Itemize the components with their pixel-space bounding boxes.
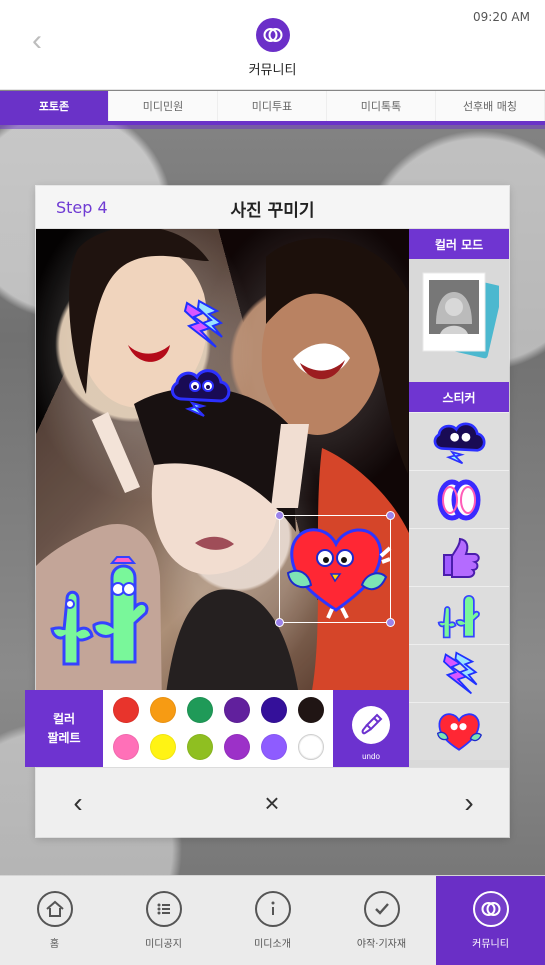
tab-media-vote[interactable]: 미디투표 — [218, 91, 327, 121]
color-swatch-lavender[interactable] — [261, 733, 287, 760]
color-swatch-red[interactable] — [113, 697, 139, 724]
heart-character-sticker-icon — [436, 712, 482, 751]
back-button[interactable]: ‹ — [18, 22, 56, 60]
bottom-nav-intro[interactable]: 미디소개 — [218, 876, 327, 965]
previous-button[interactable]: ‹ — [60, 785, 96, 821]
bottom-nav-community[interactable]: 커뮤니티 — [436, 876, 545, 965]
check-icon — [363, 891, 400, 927]
home-icon — [36, 891, 73, 927]
bottom-nav-notice[interactable]: 미디공지 — [109, 876, 218, 965]
photo-zone-screen: 09:20 AM ‹ 커뮤니티 포토존 미디민원 미디투표 미디톡톡 선후배 매… — [0, 0, 545, 965]
lightning-sticker[interactable] — [181, 299, 224, 351]
bottom-nav-intro-label: 미디소개 — [254, 939, 291, 950]
app-header: 09:20 AM ‹ 커뮤니티 — [0, 0, 545, 90]
page-title: 커뮤니티 — [248, 63, 297, 78]
sticker-option-storm-cloud[interactable] — [409, 412, 509, 470]
sticker-option-cactus[interactable] — [409, 586, 509, 644]
undo-label: undo — [362, 751, 380, 761]
color-swatch-lime[interactable] — [187, 733, 213, 760]
rings-sticker-icon — [437, 479, 481, 520]
decorating-sidebar: 컬러 모드 스티커 — [409, 229, 509, 767]
card-header: Step 4 사진 꾸미기 — [36, 186, 509, 229]
close-icon: × — [264, 788, 280, 818]
info-icon — [254, 891, 291, 927]
bottom-nav-home-label: 홈 — [49, 939, 60, 950]
color-mode-photo-icon[interactable] — [419, 268, 499, 366]
color-palette-label: 컬러 팔레트 — [25, 690, 103, 767]
color-swatch-indigo[interactable] — [261, 697, 287, 724]
color-swatch-violet[interactable] — [224, 733, 250, 760]
tab-mentor-matching[interactable]: 선후배 매칭 — [436, 91, 545, 121]
storm-cloud-sticker-icon — [433, 422, 486, 464]
chevron-left-icon: ‹ — [32, 24, 42, 57]
color-palette-text: 컬러 팔레트 — [47, 711, 81, 745]
tab-media-talk[interactable]: 미디톡톡 — [327, 91, 436, 121]
sticker-option-thumbs-up[interactable] — [409, 528, 509, 586]
next-button[interactable]: › — [451, 785, 487, 821]
bottom-nav-notice-label: 미디공지 — [145, 939, 182, 950]
sticker-header: 스티커 — [409, 382, 509, 412]
bottom-nav-home[interactable]: 홈 — [0, 876, 109, 965]
card-title: 사진 꾸미기 — [230, 201, 315, 221]
sticker-option-heart-character[interactable] — [409, 702, 509, 760]
sticker-option-rings[interactable] — [409, 470, 509, 528]
community-tabs: 포토존 미디민원 미디투표 미디톡톡 선후배 매칭 — [0, 91, 545, 125]
lightning-sticker-icon — [442, 650, 478, 694]
chevron-left-icon: ‹ — [73, 787, 83, 818]
community-header: 커뮤니티 — [203, 18, 343, 78]
photo-decorating-card: Step 4 사진 꾸미기 컬러 모드 스티커 컬러 팔레트 undo ‹ × … — [25, 186, 509, 837]
community-rings-icon — [472, 891, 509, 927]
color-swatch-orange[interactable] — [150, 697, 176, 724]
color-swatch-pink[interactable] — [113, 733, 139, 760]
paintbrush-icon — [352, 705, 390, 744]
bottom-nav-equipment[interactable]: 야작·기자재 — [327, 876, 436, 965]
color-palette — [103, 690, 333, 767]
undo-button[interactable]: undo — [333, 690, 409, 767]
thumbs-up-sticker-icon — [443, 537, 480, 578]
color-swatch-purple[interactable] — [224, 697, 250, 724]
cactus-sticker-icon — [437, 594, 480, 638]
list-icon — [145, 891, 182, 927]
heart-character-sticker[interactable] — [282, 519, 392, 621]
status-time: 09:20 AM — [473, 10, 530, 24]
color-mode-header: 컬러 모드 — [409, 229, 509, 259]
bottom-nav-community-label: 커뮤니티 — [472, 939, 509, 950]
color-swatch-white[interactable] — [298, 733, 324, 760]
bottom-navigation: 홈 미디공지 미디소개 야작·기자재 커뮤니티 — [0, 875, 545, 965]
sticker-option-lightning[interactable] — [409, 644, 509, 702]
tab-photo-zone[interactable]: 포토존 — [0, 91, 109, 121]
color-swatch-yellow[interactable] — [150, 733, 176, 760]
editor-navigation: ‹ × › — [36, 767, 509, 837]
color-swatch-black[interactable] — [298, 697, 324, 724]
tab-media-complaints[interactable]: 미디민원 — [109, 91, 218, 121]
community-rings-icon — [255, 18, 290, 52]
close-button[interactable]: × — [254, 785, 290, 821]
chevron-right-icon: › — [464, 787, 474, 818]
cactus-sticker[interactable] — [49, 556, 151, 670]
storm-cloud-sticker[interactable] — [166, 364, 234, 419]
color-swatch-green[interactable] — [187, 697, 213, 724]
bottom-nav-equipment-label: 야작·기자재 — [356, 939, 407, 950]
photo-canvas[interactable] — [36, 229, 409, 710]
